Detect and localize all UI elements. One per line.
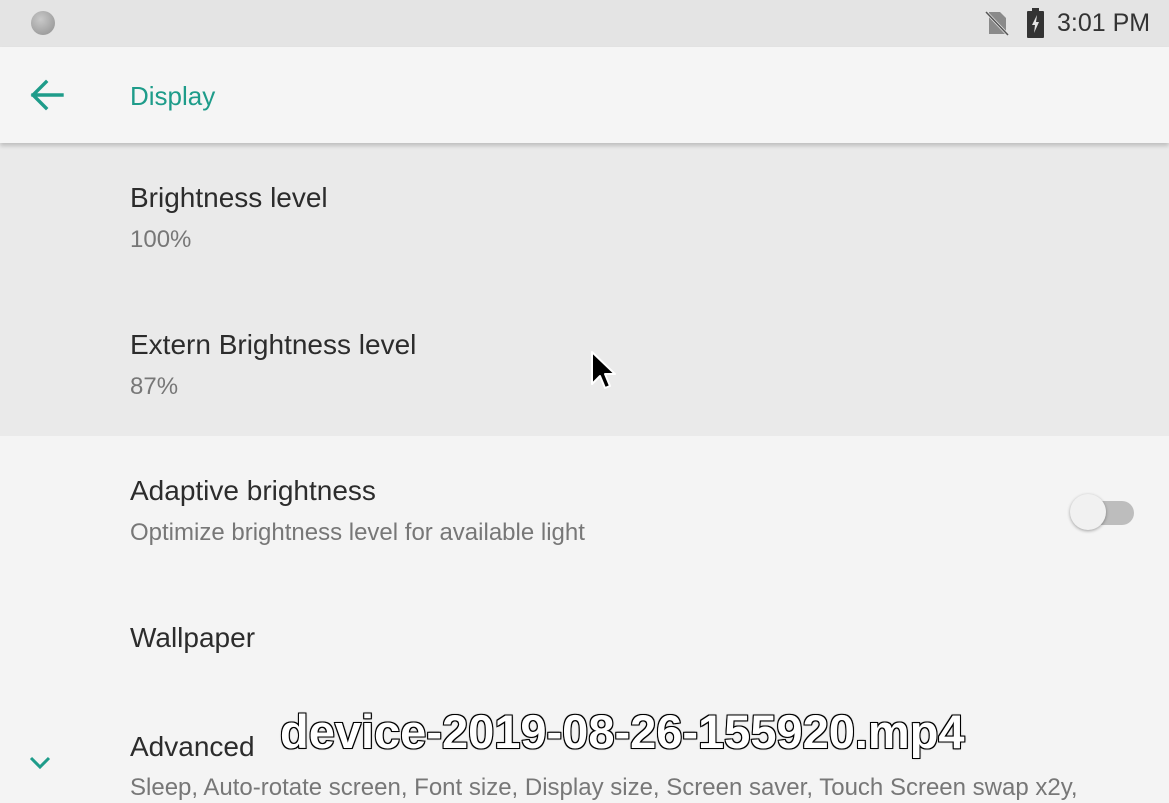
no-sim-icon — [985, 10, 1009, 36]
pref-title: Wallpaper — [130, 622, 256, 653]
status-time: 3:01 PM — [1057, 9, 1151, 37]
battery-charging-icon — [1027, 8, 1044, 38]
pref-title: Brightness level — [130, 182, 328, 213]
preferences-list: Brightness level 100% Extern Brightness … — [0, 143, 1169, 803]
pref-title: Extern Brightness level — [130, 329, 417, 360]
chevron-down-icon[interactable] — [27, 752, 53, 774]
pref-extern-brightness-level[interactable]: Extern Brightness level 87% — [0, 290, 1169, 436]
pref-title: Adaptive brightness — [130, 475, 376, 506]
pref-title: Advanced — [130, 731, 255, 762]
video-filename-watermark: device-2019-08-26-155920.mp4 — [279, 704, 966, 759]
arrow-left-icon[interactable] — [30, 79, 64, 111]
notification-dot-icon — [31, 11, 55, 35]
mouse-cursor-icon — [591, 351, 616, 389]
status-bar: 3:01 PM — [0, 0, 1169, 47]
pref-brightness-level[interactable]: Brightness level 100% — [0, 143, 1169, 290]
pref-summary: Optimize brightness level for available … — [130, 519, 585, 546]
toggle-thumb — [1070, 494, 1106, 530]
adaptive-brightness-toggle[interactable] — [1067, 492, 1137, 532]
pref-summary: 87% — [130, 373, 179, 400]
app-bar: Display — [0, 47, 1169, 143]
pref-summary: 100% — [130, 226, 192, 253]
pref-adaptive-brightness[interactable]: Adaptive brightness Optimize brightness … — [0, 436, 1169, 583]
pref-summary: Sleep, Auto-rotate screen, Font size, Di… — [130, 774, 1078, 801]
pref-wallpaper[interactable]: Wallpaper — [0, 583, 1169, 693]
page-title: Display — [130, 81, 216, 111]
